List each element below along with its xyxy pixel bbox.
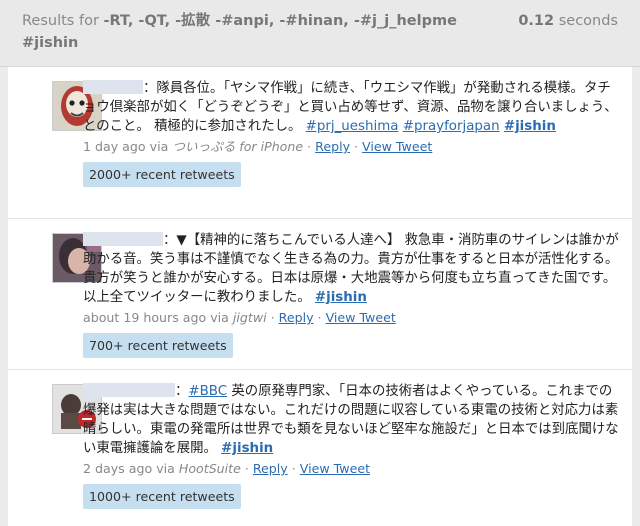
username[interactable]: user [83, 80, 143, 94]
divider [8, 218, 632, 219]
divider [8, 369, 632, 370]
results-for-label: Results for [22, 13, 99, 29]
tweet-source: jigtwi [232, 310, 267, 325]
tweet-text-block: user：▼【精神的に落ちこんでいる人達へ】 救急車・消防車のサイレンは誰かが助… [83, 231, 623, 307]
tweet-source: ついっぷる for iPhone [172, 139, 304, 154]
tweet-content: user：▼【精神的に落ちこんでいる人達へ】 救急車・消防車のサイレンは誰かが助… [83, 231, 623, 358]
tweet-time: about 19 hours ago [83, 310, 207, 325]
view-tweet-link[interactable]: View Tweet [300, 461, 370, 476]
hashtag-link[interactable]: #BBC [188, 384, 227, 399]
hashtag-link[interactable]: #jishin [315, 290, 367, 305]
search-time: 0.12 seconds [518, 10, 618, 32]
search-time-unit: seconds [558, 13, 618, 29]
reply-link[interactable]: Reply [315, 139, 350, 154]
retweet-count-badge: 2000+ recent retweets [83, 162, 241, 187]
via-label: via [149, 139, 169, 154]
username[interactable]: user [83, 383, 175, 397]
results-header: Results for -RT, -QT, -拡散 -#anpi, -#hina… [0, 0, 640, 67]
tweet-time: 1 day ago [83, 139, 146, 154]
hashtag-link[interactable]: #jishin [504, 119, 556, 134]
tweet-source: HootSuite [178, 461, 241, 476]
hashtag-link[interactable]: #prj_ueshima [306, 119, 399, 134]
tweet-content: user：#BBC 英の原発専門家、「日本の技術者はよくやっている。これまでの爆… [83, 382, 623, 509]
retweet-count-badge: 700+ recent retweets [83, 333, 233, 358]
tweet-text-block: user：#BBC 英の原発専門家、「日本の技術者はよくやっている。これまでの爆… [83, 383, 619, 456]
tweet-content: user：隊員各位。「ヤシマ作戦」に続き、「ウエシマ作戦」が発動される模様。タチ… [83, 79, 623, 187]
tweet-text-block: user：隊員各位。「ヤシマ作戦」に続き、「ウエシマ作戦」が発動される模様。タチ… [83, 79, 623, 136]
via-label: via [156, 461, 175, 476]
reply-link[interactable]: Reply [253, 461, 288, 476]
tweet-meta: 1 day ago via ついっぷる for iPhone · Reply ·… [83, 139, 433, 154]
retweet-count-badge: 1000+ recent retweets [83, 484, 241, 509]
hashtag-link[interactable]: #jishin [221, 441, 273, 456]
username[interactable]: user [83, 232, 163, 246]
search-time-value: 0.12 [518, 13, 555, 29]
via-label: via [210, 310, 229, 325]
hashtag-link[interactable]: #prayforjapan [403, 119, 500, 134]
view-tweet-link[interactable]: View Tweet [326, 310, 396, 325]
tweet-meta: about 19 hours ago via jigtwi · Reply · … [83, 310, 396, 325]
tweet-list: user：隊員各位。「ヤシマ作戦」に続き、「ウエシマ作戦」が発動される模様。タチ… [8, 67, 632, 526]
view-tweet-link[interactable]: View Tweet [362, 139, 432, 154]
tweet-meta: 2 days ago via HootSuite · Reply · View … [83, 461, 371, 476]
tweet-time: 2 days ago [83, 461, 153, 476]
results-query: Results for -RT, -QT, -拡散 -#anpi, -#hina… [22, 10, 492, 54]
reply-link[interactable]: Reply [279, 310, 314, 325]
